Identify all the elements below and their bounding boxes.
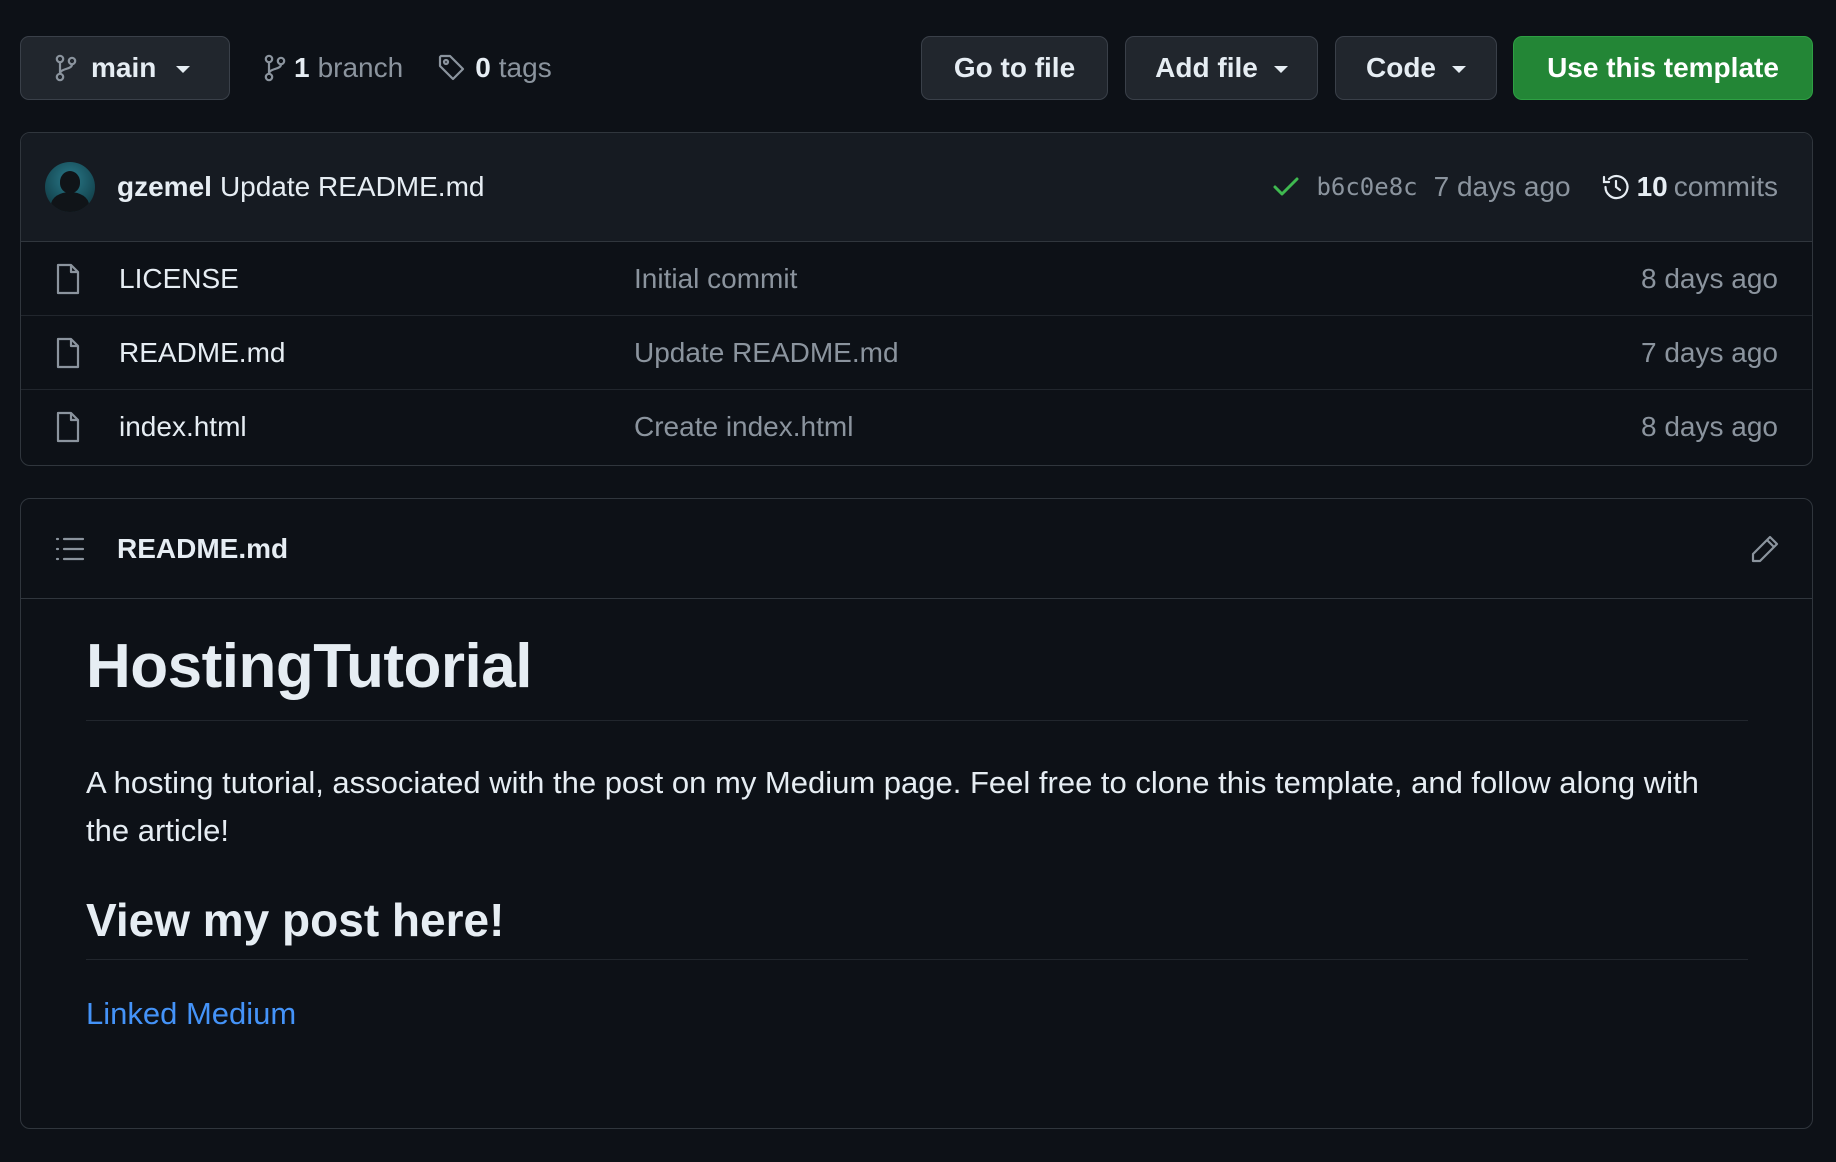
list-unordered-icon[interactable] bbox=[55, 536, 85, 562]
file-commit-link[interactable]: Update README.md bbox=[634, 337, 1641, 369]
tags-link[interactable]: 0 tags bbox=[437, 52, 552, 84]
repo-toolbar: main 1 branch 0 tags Go to file Add file… bbox=[20, 36, 1813, 100]
file-name-link[interactable]: README.md bbox=[119, 337, 634, 369]
use-template-button[interactable]: Use this template bbox=[1513, 36, 1813, 100]
file-list: gzemel Update README.md b6c0e8c 7 days a… bbox=[20, 132, 1813, 466]
branch-label: branch bbox=[317, 52, 404, 83]
readme-panel: README.md HostingTutorial A hosting tuto… bbox=[20, 498, 1813, 1129]
latest-commit-bar: gzemel Update README.md b6c0e8c 7 days a… bbox=[21, 133, 1812, 242]
history-icon bbox=[1601, 172, 1631, 202]
tag-count: 0 bbox=[475, 52, 491, 83]
readme-description: A hosting tutorial, associated with the … bbox=[86, 765, 1699, 849]
file-age: 8 days ago bbox=[1641, 262, 1778, 294]
branch-name: main bbox=[91, 52, 157, 83]
file-icon bbox=[55, 411, 87, 443]
file-age: 8 days ago bbox=[1641, 411, 1778, 442]
commit-time: 7 days ago bbox=[1433, 171, 1571, 202]
table-row[interactable]: LICENSE Initial commit 8 days ago bbox=[21, 242, 1812, 316]
pencil-icon[interactable] bbox=[1750, 534, 1780, 564]
file-icon bbox=[55, 263, 87, 295]
file-commit-link[interactable]: Initial commit bbox=[634, 263, 1641, 295]
readme-header: README.md bbox=[21, 499, 1812, 599]
repo-page: main 1 branch 0 tags Go to file Add file… bbox=[0, 0, 1836, 1162]
file-age: 7 days ago bbox=[1641, 336, 1778, 368]
readme-subheading: View my post here! bbox=[86, 893, 1748, 961]
commits-history-link[interactable]: 10 commits bbox=[1601, 171, 1778, 203]
code-button[interactable]: Code bbox=[1335, 36, 1497, 100]
readme-content: HostingTutorial A hosting tutorial, asso… bbox=[21, 599, 1812, 1032]
commits-label: commits bbox=[1673, 171, 1778, 202]
table-row[interactable]: README.md Update README.md 7 days ago bbox=[21, 316, 1812, 390]
commit-message-link[interactable]: Update README.md bbox=[220, 171, 485, 203]
chevron-down-icon bbox=[1273, 66, 1288, 73]
file-name-link[interactable]: LICENSE bbox=[119, 263, 634, 295]
avatar[interactable] bbox=[45, 162, 95, 212]
file-name-link[interactable]: index.html bbox=[119, 411, 634, 443]
add-file-button[interactable]: Add file bbox=[1125, 36, 1318, 100]
check-icon[interactable] bbox=[1272, 175, 1300, 199]
commit-author-link[interactable]: gzemel bbox=[117, 171, 212, 203]
commit-count: 10 bbox=[1636, 171, 1668, 202]
code-label: Code bbox=[1366, 52, 1436, 83]
file-commit-link[interactable]: Create index.html bbox=[634, 411, 1641, 443]
branches-link[interactable]: 1 branch bbox=[264, 52, 403, 84]
git-branch-icon bbox=[264, 54, 286, 82]
readme-file-title[interactable]: README.md bbox=[117, 533, 1750, 565]
chevron-down-icon bbox=[1452, 66, 1466, 73]
branch-count: 1 bbox=[294, 52, 310, 83]
tag-label: tags bbox=[498, 52, 552, 83]
branch-select-button[interactable]: main bbox=[20, 36, 230, 100]
chevron-down-icon bbox=[176, 66, 191, 73]
file-icon bbox=[55, 337, 87, 369]
go-to-file-button[interactable]: Go to file bbox=[921, 36, 1108, 100]
readme-heading: HostingTutorial bbox=[86, 631, 1748, 722]
git-branch-icon bbox=[55, 54, 77, 82]
table-row[interactable]: index.html Create index.html 8 days ago bbox=[21, 390, 1812, 464]
commit-sha-link[interactable]: b6c0e8c bbox=[1316, 173, 1417, 201]
add-file-label: Add file bbox=[1155, 52, 1258, 83]
medium-link[interactable]: Linked Medium bbox=[86, 996, 296, 1032]
tag-icon bbox=[437, 53, 467, 83]
